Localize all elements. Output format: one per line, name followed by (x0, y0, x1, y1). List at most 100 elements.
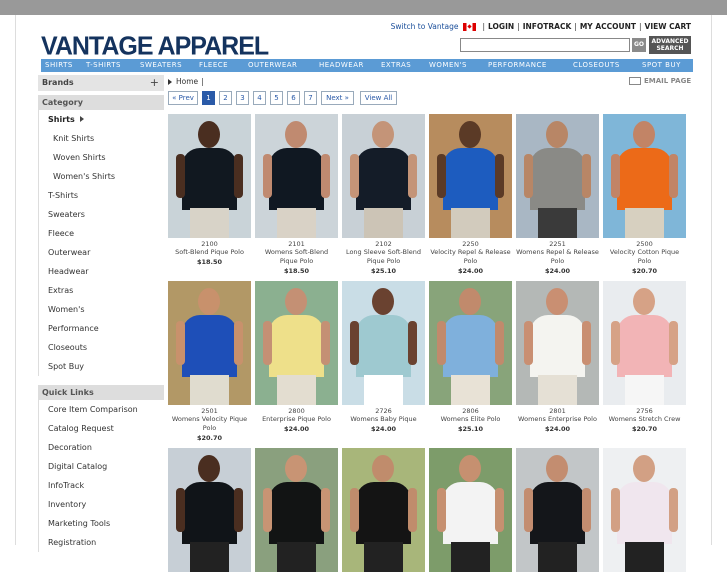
product-photo[interactable] (603, 448, 686, 572)
product-name[interactable]: Enterprise Pique Polo (255, 415, 338, 424)
product-code[interactable]: 2250 (429, 240, 512, 248)
product-photo[interactable] (342, 114, 425, 238)
sidebar-item-headwear[interactable]: Headwear (38, 262, 164, 281)
product-card[interactable]: 2250 Velocity Repel & Release Polo $24.00 (429, 114, 512, 276)
nav-spot-buy[interactable]: SPOT BUY (642, 59, 681, 72)
view-cart-link[interactable]: VIEW CART (645, 22, 691, 31)
product-photo[interactable] (516, 448, 599, 572)
email-page-button[interactable]: EMAIL PAGE (629, 77, 691, 85)
page-6-button[interactable]: 6 (287, 91, 300, 105)
product-code[interactable]: 2251 (516, 240, 599, 248)
product-name[interactable]: Womens Baby Pique (342, 415, 425, 424)
sidebar-item-women-s-shirts[interactable]: Women's Shirts (38, 167, 164, 186)
product-code[interactable]: 2501 (168, 407, 251, 415)
product-code[interactable]: 2806 (429, 407, 512, 415)
expand-plus-icon[interactable]: + (150, 75, 159, 91)
product-code[interactable]: 2500 (603, 240, 686, 248)
quick-link-infotrack[interactable]: InfoTrack (38, 476, 164, 495)
site-logo[interactable]: VANTAGE APPAREL (41, 31, 269, 61)
product-photo[interactable] (255, 281, 338, 405)
sidebar-item-performance[interactable]: Performance (38, 319, 164, 338)
product-photo[interactable] (255, 114, 338, 238)
product-card[interactable] (429, 448, 512, 574)
page-4-button[interactable]: 4 (253, 91, 266, 105)
nav-shirts[interactable]: SHIRTS (45, 59, 73, 72)
product-photo[interactable] (429, 281, 512, 405)
my-account-link[interactable]: MY ACCOUNT (580, 22, 636, 31)
product-code[interactable]: 2726 (342, 407, 425, 415)
canada-flag-icon[interactable] (462, 22, 476, 31)
product-name[interactable]: Womens Enterprise Polo (516, 415, 599, 424)
product-card[interactable]: 2800 Enterprise Pique Polo $24.00 (255, 281, 338, 434)
next-page-button[interactable]: Next » (321, 91, 354, 105)
product-card[interactable]: 2801 Womens Enterprise Polo $24.00 (516, 281, 599, 434)
nav-womens[interactable]: WOMEN'S (429, 59, 467, 72)
sidebar-item-women-s[interactable]: Women's (38, 300, 164, 319)
quick-link-core-item-comparison[interactable]: Core Item Comparison (38, 400, 164, 419)
product-photo[interactable] (168, 281, 251, 405)
product-card[interactable] (342, 448, 425, 574)
search-input[interactable] (460, 38, 630, 52)
product-card[interactable] (603, 448, 686, 574)
sidebar-item-outerwear[interactable]: Outerwear (38, 243, 164, 262)
sidebar-item-spot-buy[interactable]: Spot Buy (38, 357, 164, 376)
product-card[interactable]: 2102 Long Sleeve Soft-Blend Pique Polo $25… (342, 114, 425, 276)
product-name[interactable]: Womens Elite Polo (429, 415, 512, 424)
nav-fleece[interactable]: FLEECE (199, 59, 228, 72)
product-name[interactable]: Womens Velocity Pique Polo (168, 415, 251, 433)
product-code[interactable]: 2101 (255, 240, 338, 248)
product-card[interactable]: 2756 Womens Stretch Crew $20.70 (603, 281, 686, 434)
product-card[interactable]: 2101 Womens Soft-Blend Pique Polo $18.50 (255, 114, 338, 276)
product-name[interactable]: Long Sleeve Soft-Blend Pique Polo (342, 248, 425, 266)
product-code[interactable]: 2801 (516, 407, 599, 415)
product-code[interactable]: 2102 (342, 240, 425, 248)
page-1-button[interactable]: 1 (202, 91, 215, 105)
sidebar-item-t-shirts[interactable]: T-Shirts (38, 186, 164, 205)
product-card[interactable]: 2500 Velocity Cotton Pique Polo $20.70 (603, 114, 686, 276)
nav-outerwear[interactable]: OUTERWEAR (248, 59, 297, 72)
quick-link-registration[interactable]: Registration (38, 533, 164, 552)
view-all-button[interactable]: View All (360, 91, 397, 105)
product-code[interactable]: 2756 (603, 407, 686, 415)
sidebar-item-woven-shirts[interactable]: Woven Shirts (38, 148, 164, 167)
nav-t-shirts[interactable]: T-SHIRTS (86, 59, 121, 72)
product-photo[interactable] (255, 448, 338, 572)
product-card[interactable]: 2726 Womens Baby Pique $24.00 (342, 281, 425, 434)
sidebar-item-extras[interactable]: Extras (38, 281, 164, 300)
product-photo[interactable] (516, 114, 599, 238)
product-card[interactable] (168, 448, 251, 574)
brands-header[interactable]: Brands + (38, 75, 164, 91)
product-name[interactable]: Soft-Blend Pique Polo (168, 248, 251, 257)
go-button[interactable]: GO (632, 38, 646, 52)
advanced-search-button[interactable]: ADVANCED SEARCH (649, 36, 691, 54)
breadcrumb-home[interactable]: Home (176, 77, 198, 86)
product-photo[interactable] (516, 281, 599, 405)
page-5-button[interactable]: 5 (270, 91, 283, 105)
product-card[interactable] (516, 448, 599, 574)
sidebar-item-shirts[interactable]: Shirts (38, 110, 164, 129)
product-photo[interactable] (603, 281, 686, 405)
product-photo[interactable] (342, 281, 425, 405)
switch-to-vantage-link[interactable]: Switch to Vantage (391, 22, 459, 31)
nav-sweaters[interactable]: SWEATERS (140, 59, 182, 72)
product-name[interactable]: Womens Soft-Blend Pique Polo (255, 248, 338, 266)
page-3-button[interactable]: 3 (236, 91, 249, 105)
sidebar-item-knit-shirts[interactable]: Knit Shirts (38, 129, 164, 148)
product-card[interactable] (255, 448, 338, 574)
quick-link-marketing-tools[interactable]: Marketing Tools (38, 514, 164, 533)
sidebar-item-fleece[interactable]: Fleece (38, 224, 164, 243)
product-photo[interactable] (168, 114, 251, 238)
product-card[interactable]: 2100 Soft-Blend Pique Polo $18.50 (168, 114, 251, 267)
nav-closeouts[interactable]: CLOSEOUTS (573, 59, 620, 72)
page-7-button[interactable]: 7 (304, 91, 317, 105)
nav-performance[interactable]: PERFORMANCE (488, 59, 547, 72)
sidebar-item-closeouts[interactable]: Closeouts (38, 338, 164, 357)
product-photo[interactable] (342, 448, 425, 572)
product-card[interactable]: 2501 Womens Velocity Pique Polo $20.70 (168, 281, 251, 443)
quick-link-catalog-request[interactable]: Catalog Request (38, 419, 164, 438)
product-code[interactable]: 2100 (168, 240, 251, 248)
quick-link-decoration[interactable]: Decoration (38, 438, 164, 457)
page-2-button[interactable]: 2 (219, 91, 232, 105)
product-photo[interactable] (429, 114, 512, 238)
product-card[interactable]: 2251 Womens Repel & Release Polo $24.00 (516, 114, 599, 276)
